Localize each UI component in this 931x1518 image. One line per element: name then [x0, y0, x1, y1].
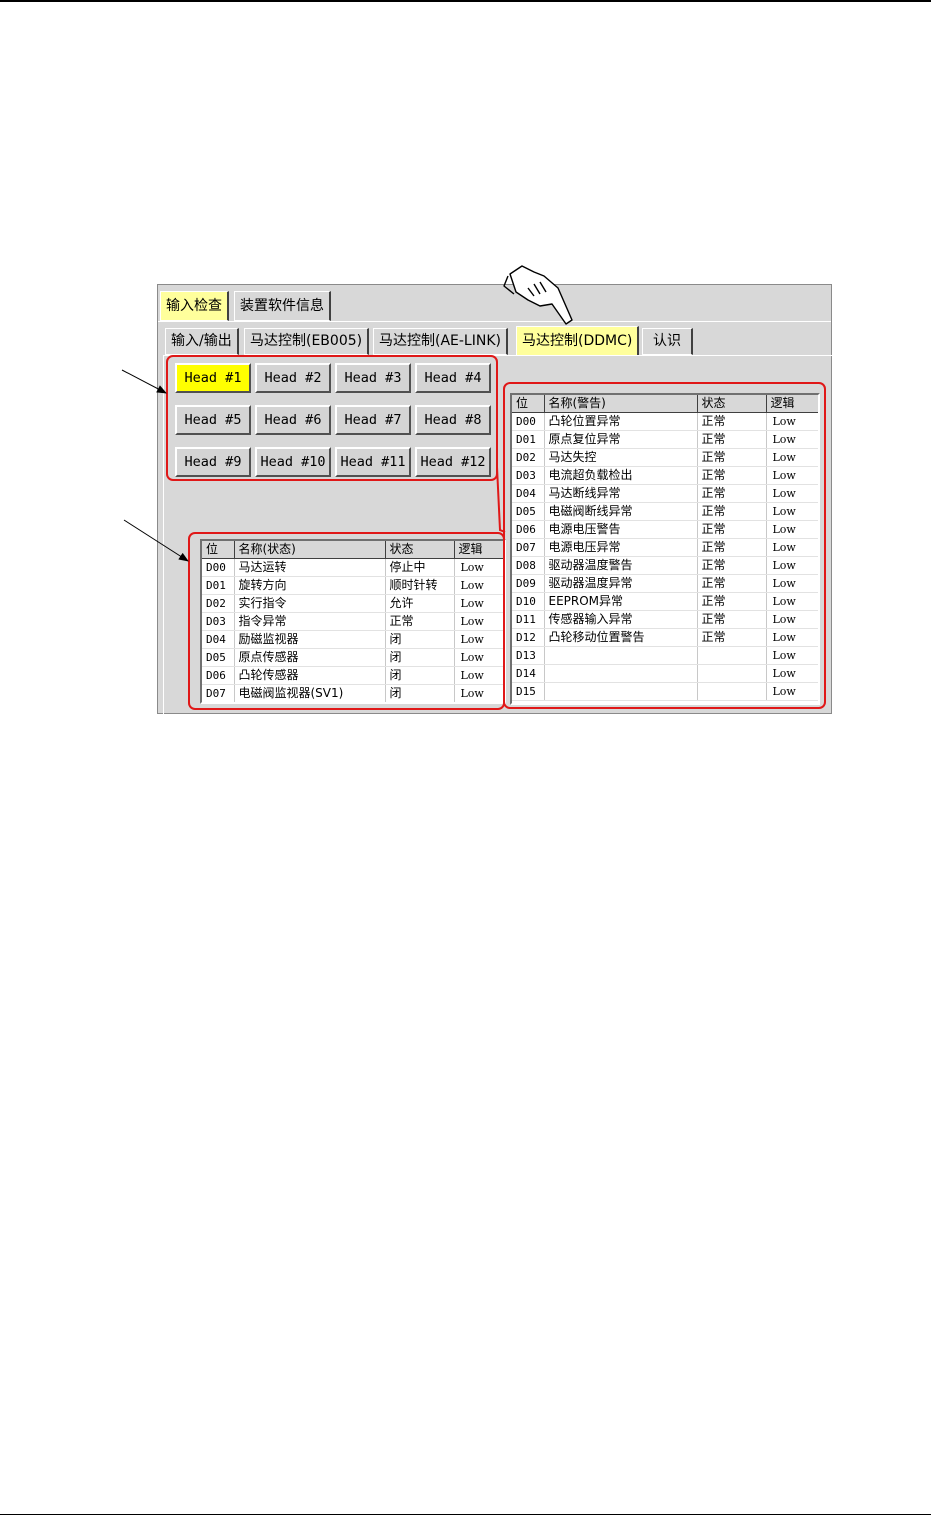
highlight-connector [496, 466, 506, 533]
annotation-overlay [121, 265, 573, 562]
bottom-rule [0, 1514, 931, 1515]
callout-arrow-2 [123, 519, 189, 562]
pointing-hand-icon [503, 265, 573, 325]
callout-arrow-1 [121, 369, 167, 394]
